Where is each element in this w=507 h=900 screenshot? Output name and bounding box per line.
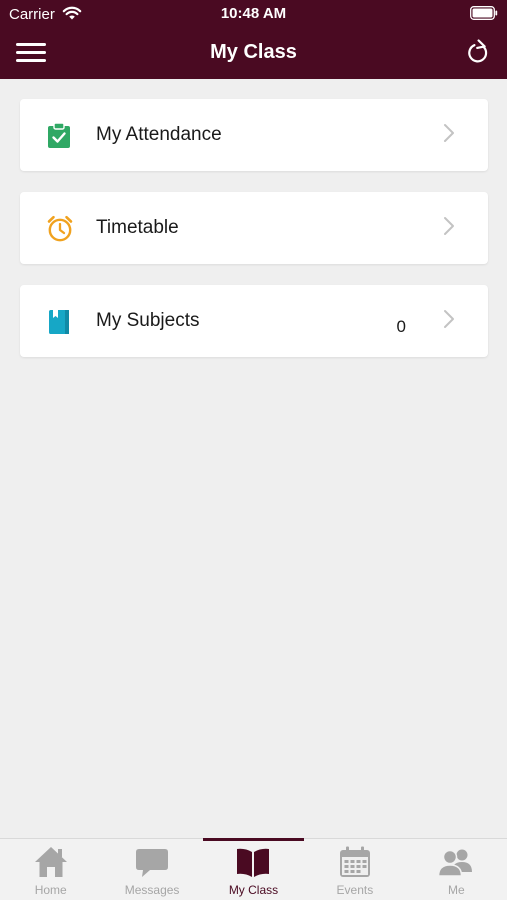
alarm-clock-icon (47, 215, 73, 242)
item-label: My Attendance (96, 124, 222, 145)
active-tab-indicator (202, 838, 305, 841)
tab-label: Events (336, 883, 374, 897)
tab-label: Me (447, 883, 465, 897)
subjects-count: 0 (396, 317, 406, 336)
tab-messages[interactable]: Messages (101, 839, 202, 900)
home-icon (34, 847, 67, 877)
tab-bar: Home Messages My Class Events Me (0, 838, 507, 900)
clipboard-check-icon (48, 122, 70, 148)
my-attendance-item[interactable]: My Attendance (20, 99, 488, 171)
book-icon (49, 310, 69, 334)
tab-my-class[interactable]: My Class (202, 838, 305, 900)
chevron-right-icon (444, 310, 454, 328)
refresh-icon[interactable] (466, 39, 490, 65)
open-book-icon (237, 848, 270, 877)
calendar-icon (339, 846, 370, 877)
tab-events[interactable]: Events (304, 839, 405, 900)
chat-bubble-icon (136, 849, 169, 877)
people-icon (438, 849, 473, 877)
chevron-right-icon (444, 217, 454, 235)
hamburger-menu-icon[interactable] (16, 40, 46, 64)
battery-icon (470, 6, 498, 20)
item-label: Timetable (96, 217, 179, 238)
item-label: My Subjects (96, 310, 200, 331)
timetable-item[interactable]: Timetable (20, 192, 488, 264)
tab-label: Home (34, 883, 67, 897)
navigation-bar: My Class (0, 28, 507, 79)
tab-label: Messages (124, 883, 180, 897)
chevron-right-icon (444, 124, 454, 142)
my-subjects-item[interactable]: My Subjects 0 (20, 285, 488, 357)
tab-me[interactable]: Me (406, 839, 507, 900)
status-bar: Carrier 10:48 AM (0, 0, 507, 28)
page-title: My Class (210, 41, 297, 63)
tab-home[interactable]: Home (0, 839, 101, 900)
status-time: 10:48 AM (220, 5, 287, 22)
tab-label: My Class (228, 883, 279, 897)
app-header: Carrier 10:48 AM My Class (0, 0, 507, 79)
